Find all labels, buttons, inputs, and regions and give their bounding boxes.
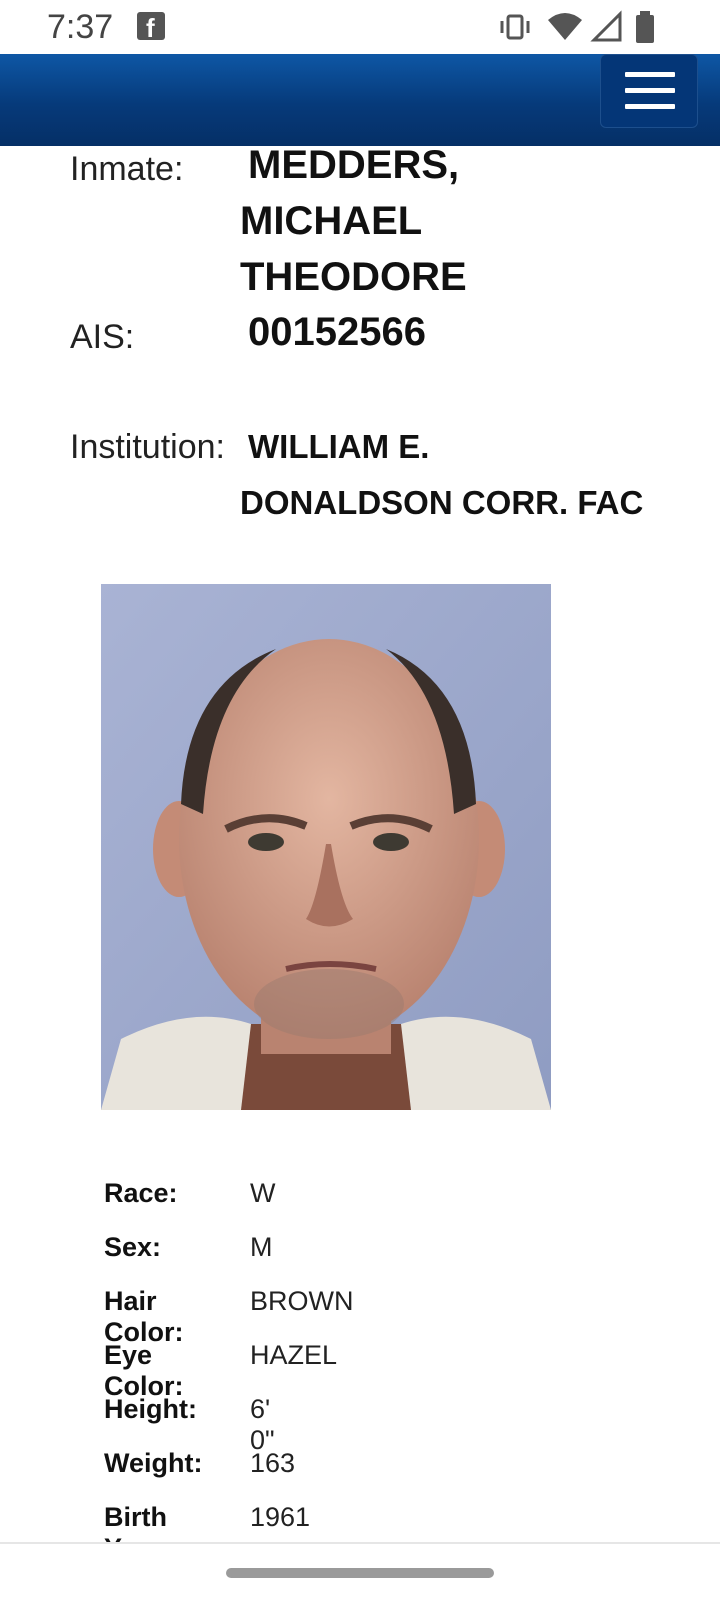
institution-line2: DONALDSON CORR. FAC (240, 484, 644, 521)
height-value: 6' 0" (250, 1394, 275, 1455)
birth-year-value: 1961 (250, 1502, 311, 1532)
weight-label: Weight: (104, 1448, 203, 1478)
system-navigation-bar (0, 1542, 720, 1602)
inmate-name-line2: MICHAEL (240, 199, 423, 243)
status-bar: 7:37 f (0, 0, 720, 54)
ais-label: AIS: (70, 318, 135, 356)
site-header (0, 54, 720, 146)
status-time: 7:37 (47, 8, 114, 46)
sex-value: M (250, 1232, 273, 1262)
ais-number: 00152566 (248, 310, 426, 354)
menu-button[interactable] (600, 54, 698, 128)
inmate-name-line1: MEDDERS, (248, 143, 460, 187)
inmate-label: Inmate: (70, 150, 184, 188)
cellular-signal-icon (590, 10, 622, 42)
race-label: Race: (104, 1178, 178, 1208)
hair-color-value: BROWN (250, 1286, 354, 1316)
height-label: Height: (104, 1394, 197, 1424)
hamburger-icon-bar (625, 88, 675, 93)
weight-value: 163 (250, 1448, 296, 1478)
vibrate-icon (500, 14, 530, 40)
institution-line1: WILLIAM E. (248, 428, 430, 465)
institution-label: Institution: (70, 428, 225, 466)
facebook-notification-icon: f (137, 12, 165, 43)
hair-color-label: Hair Color: (104, 1286, 184, 1347)
hamburger-icon-bar (625, 104, 675, 109)
hamburger-icon (625, 72, 675, 77)
sex-label: Sex: (104, 1232, 162, 1262)
eye-color-label: Eye Color: (104, 1340, 184, 1401)
race-value: W (250, 1178, 276, 1208)
home-gesture-handle[interactable] (226, 1568, 494, 1578)
inmate-photo (101, 584, 551, 1110)
inmate-name-line3: THEODORE (240, 255, 467, 299)
battery-icon (636, 11, 654, 43)
wifi-icon (548, 13, 582, 40)
eye-color-value: HAZEL (250, 1340, 338, 1370)
